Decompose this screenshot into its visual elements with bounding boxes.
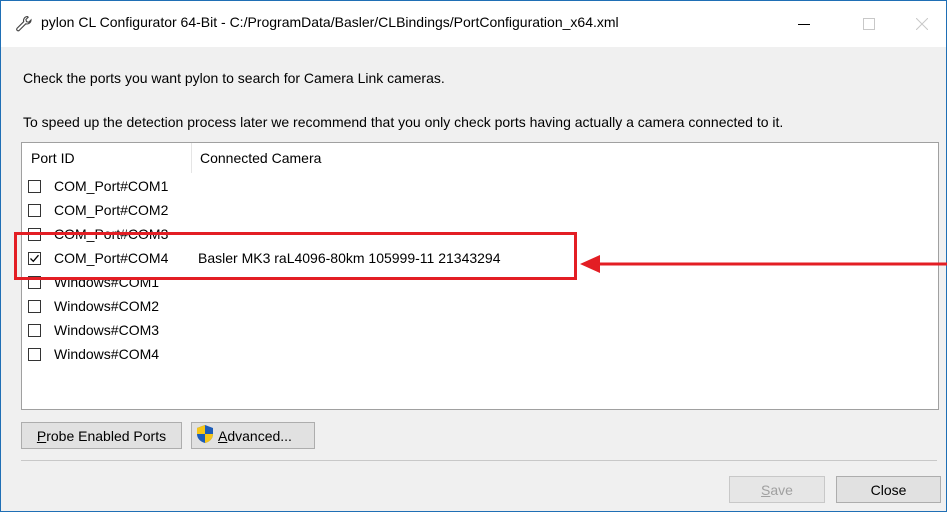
instruction-text: Check the ports you want pylon to search… bbox=[23, 70, 445, 86]
close-window-button[interactable] bbox=[899, 1, 945, 47]
checkbox[interactable] bbox=[28, 348, 41, 361]
minimize-button[interactable] bbox=[781, 1, 827, 47]
checkbox[interactable] bbox=[28, 300, 41, 313]
annotation-arrow-icon bbox=[580, 255, 947, 273]
port-id-cell: Windows#COM3 bbox=[54, 322, 160, 338]
highlight-box bbox=[14, 232, 577, 280]
close-icon bbox=[916, 18, 928, 30]
close-button[interactable]: Close bbox=[836, 476, 941, 503]
uac-shield-icon bbox=[196, 424, 214, 447]
advanced-label: dvanced... bbox=[227, 427, 292, 444]
probe-enabled-ports-button[interactable]: Probe Enabled Ports bbox=[21, 422, 182, 449]
recommendation-text: To speed up the detection process later … bbox=[23, 114, 784, 130]
maximize-icon bbox=[863, 18, 875, 30]
minimize-icon bbox=[798, 24, 810, 25]
title-bar[interactable]: pylon CL Configurator 64-Bit - C:/Progra… bbox=[1, 1, 946, 47]
probe-label: robe Enabled Ports bbox=[46, 427, 167, 444]
checkbox[interactable] bbox=[28, 324, 41, 337]
column-header-port-id[interactable]: Port ID bbox=[22, 143, 192, 173]
maximize-button[interactable] bbox=[846, 1, 892, 47]
table-row[interactable]: Windows#COM4 bbox=[22, 344, 922, 368]
table-row[interactable]: COM_Port#COM1 bbox=[22, 176, 922, 200]
probe-accelerator: P bbox=[36, 427, 47, 444]
port-id-cell: Windows#COM2 bbox=[54, 298, 160, 314]
port-id-cell: COM_Port#COM1 bbox=[54, 178, 169, 194]
save-accelerator: S bbox=[761, 481, 771, 498]
checkbox[interactable] bbox=[28, 180, 41, 193]
save-button[interactable]: Save bbox=[729, 476, 825, 503]
table-row[interactable]: COM_Port#COM2 bbox=[22, 200, 922, 224]
checkbox[interactable] bbox=[28, 204, 41, 217]
column-header-connected-camera[interactable]: Connected Camera bbox=[193, 143, 493, 173]
wrench-icon bbox=[15, 15, 33, 33]
separator bbox=[21, 460, 937, 461]
table-row[interactable]: Windows#COM2 bbox=[22, 296, 922, 320]
table-row[interactable]: Windows#COM3 bbox=[22, 320, 922, 344]
save-label: ave bbox=[770, 481, 793, 498]
advanced-button[interactable]: Advanced... bbox=[191, 422, 315, 449]
port-id-cell: Windows#COM4 bbox=[54, 346, 160, 362]
advanced-accelerator: A bbox=[218, 427, 228, 444]
window-title: pylon CL Configurator 64-Bit - C:/Progra… bbox=[41, 14, 619, 30]
port-id-cell: COM_Port#COM2 bbox=[54, 202, 169, 218]
